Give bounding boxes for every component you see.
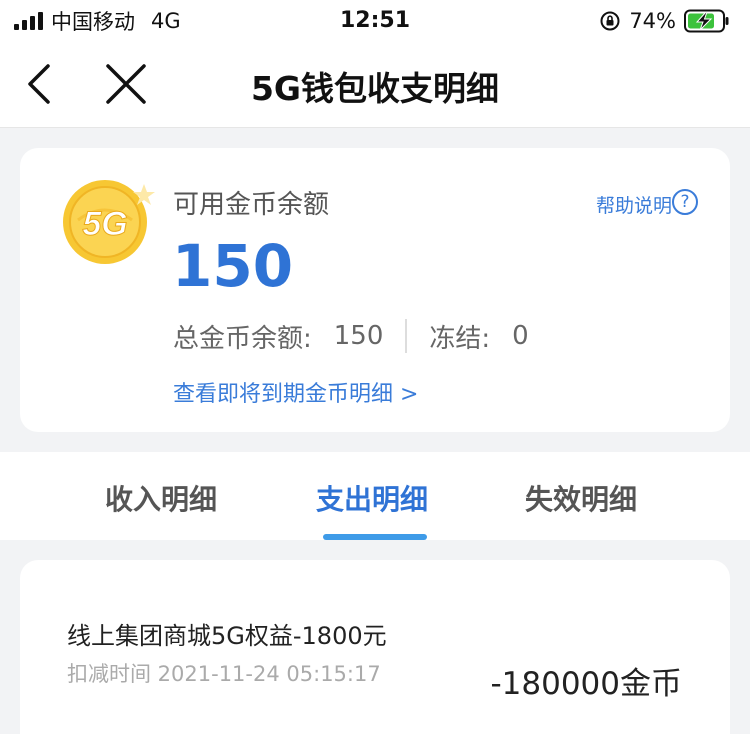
nav-bar: 5G钱包收支明细	[0, 42, 750, 128]
balance-card: 5G 可用金币余额 帮助说明 ? 150 总金币余额: 150 冻结: 0 查看…	[20, 148, 730, 432]
rotation-lock-icon	[600, 11, 620, 31]
help-icon[interactable]: ?	[672, 189, 698, 215]
tab-expense[interactable]: 支出明细	[316, 478, 428, 518]
balance-summary-row: 总金币余额: 150 冻结: 0	[173, 318, 529, 354]
frozen-value: 0	[512, 321, 529, 351]
help-link[interactable]: 帮助说明	[596, 191, 672, 218]
total-balance-value: 150	[333, 321, 384, 351]
coin-badge-text: 5G	[82, 205, 127, 243]
detail-tabs: 收入明细 支出明细 失效明细	[0, 452, 750, 540]
summary-divider	[405, 319, 408, 353]
page-title: 5G钱包收支明细	[250, 69, 500, 108]
battery-percent: 74%	[629, 9, 676, 33]
frozen-label: 冻结:	[429, 323, 491, 354]
tab-expired[interactable]: 失效明细	[525, 478, 637, 518]
expiring-coins-link[interactable]: 查看即将到期金币明细 >	[173, 376, 418, 408]
5g-coin-icon: 5G	[63, 180, 155, 264]
total-balance-label: 总金币余额:	[173, 323, 312, 354]
record-title: 线上集团商城5G权益-1800元	[67, 622, 387, 650]
list-item[interactable]: 线上集团商城5G权益-1800元 扣减时间 2021-11-24 05:15:1…	[20, 560, 730, 734]
active-tab-indicator	[323, 534, 427, 540]
status-bar: 中国移动 4G 12:51 74%	[0, 0, 750, 42]
status-right: 74%	[599, 8, 730, 34]
available-balance-label: 可用金币余额	[173, 190, 330, 220]
record-amount: -180000金币	[490, 666, 682, 702]
battery-charging-icon	[684, 9, 729, 33]
available-balance-value: 150	[172, 232, 294, 300]
tab-income[interactable]: 收入明细	[105, 478, 217, 518]
record-time: 扣减时间 2021-11-24 05:15:17	[67, 662, 381, 686]
